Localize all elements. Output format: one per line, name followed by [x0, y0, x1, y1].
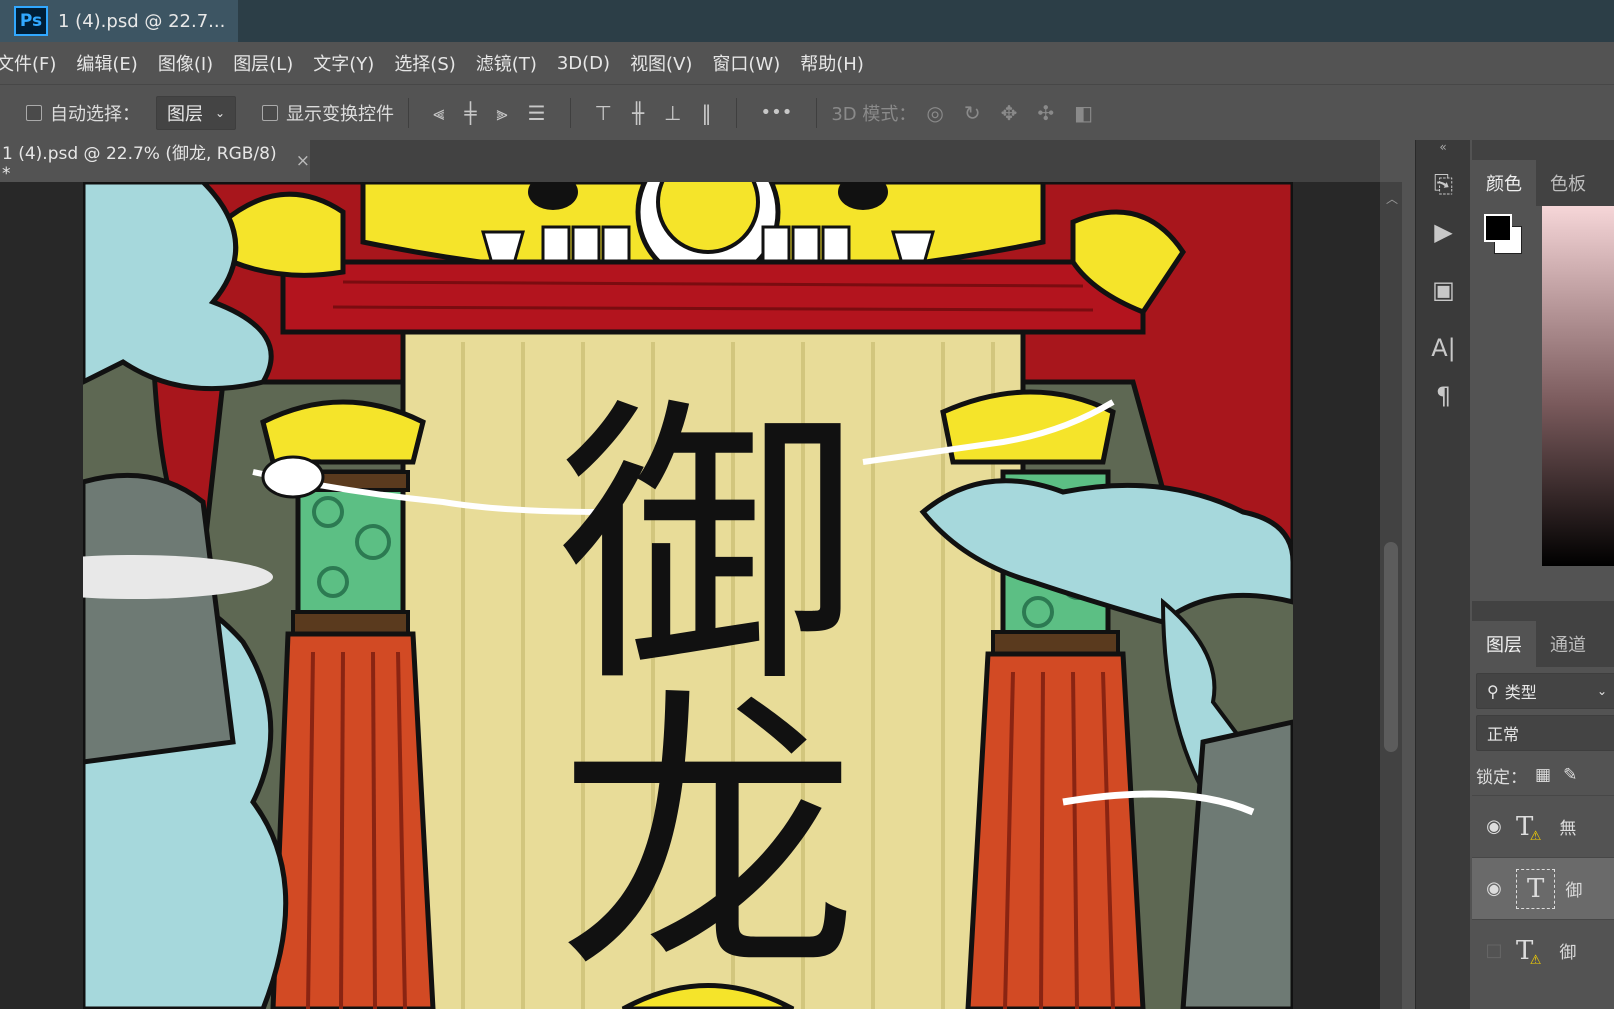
text-layer-icon: T: [1516, 868, 1556, 909]
3d-mode-label: 3D 模式：: [831, 103, 917, 125]
more-options-button[interactable]: •••: [761, 102, 793, 123]
scrollbar-thumb[interactable]: [1384, 542, 1398, 752]
collapse-panels-icon[interactable]: «: [1416, 140, 1470, 160]
layer-name: 無: [1559, 819, 1577, 839]
auto-select-dropdown[interactable]: 图层 ⌄: [156, 95, 237, 130]
layer-name: 御: [1565, 881, 1583, 901]
paragraph-panel-icon[interactable]: ¶: [1416, 372, 1471, 420]
divider: [816, 97, 818, 128]
menu-type[interactable]: 文字(Y): [313, 50, 374, 76]
color-spectrum-field[interactable]: [1542, 206, 1614, 566]
divider: [408, 97, 410, 128]
layer-filter-dropdown[interactable]: ⚲ 类型 ⌄: [1476, 673, 1614, 709]
tab-channels[interactable]: 通道: [1536, 621, 1600, 667]
lock-label: 锁定：: [1476, 767, 1527, 788]
pan-3d-icon[interactable]: ✥: [1001, 101, 1018, 125]
align-bottom-icon[interactable]: ⊥: [664, 101, 681, 125]
menu-help[interactable]: 帮助(H): [800, 50, 864, 76]
chevron-down-icon: ⌄: [1596, 684, 1607, 698]
align-middle-icon[interactable]: ╫: [632, 101, 644, 125]
divider: [569, 97, 571, 128]
align-left-icon[interactable]: ⫷: [433, 101, 444, 125]
slide-3d-icon[interactable]: ✣: [1037, 101, 1054, 125]
document-tab[interactable]: 1 (4).psd @ 22.7% (御龙, RGB/8) * ×: [0, 140, 310, 184]
foreground-color-swatch[interactable]: [1484, 214, 1512, 242]
show-transform-label: 显示变换控件: [286, 103, 395, 125]
photoshop-logo-icon: Ps: [14, 6, 48, 36]
warning-icon: ⚠: [1529, 952, 1542, 968]
distribute-vertical-icon[interactable]: ‖: [702, 101, 712, 125]
tab-color[interactable]: 颜色: [1472, 160, 1536, 206]
close-icon[interactable]: ×: [296, 151, 310, 171]
panel-icon-strip: « ⎘ ▶ ▣ A| ¶: [1415, 140, 1470, 1009]
options-bar: 自动选择： 图层 ⌄ 显示变换控件 ⫷ ╪ ⫸ ☰ ⊤ ╫ ⊥ ‖ ••• 3D…: [0, 84, 1614, 140]
orbit-3d-icon[interactable]: ◎: [926, 101, 943, 125]
artwork-title-char-2: 龙: [558, 664, 858, 1009]
layers-panel-tabs: 图层 通道: [1472, 601, 1614, 667]
layer-filter-value: 类型: [1504, 683, 1537, 702]
text-layer-icon: T ⚠: [1516, 935, 1542, 968]
document-tab-label: 1 (4).psd @ 22.7% (御龙, RGB/8) *: [2, 143, 277, 184]
menu-view[interactable]: 视图(V): [630, 50, 692, 76]
distribute-icon[interactable]: ☰: [528, 101, 546, 125]
auto-select-checkbox[interactable]: [26, 104, 42, 121]
align-right-icon[interactable]: ⫸: [496, 101, 507, 125]
title-bar: Ps 1 (4).psd @ 22.7...: [0, 0, 1614, 42]
eye-icon[interactable]: ◉: [1472, 878, 1516, 899]
window-title: 1 (4).psd @ 22.7...: [58, 10, 226, 32]
artwork-canvas: 御 龙: [83, 182, 1293, 1009]
tab-layers[interactable]: 图层: [1472, 621, 1536, 667]
eye-icon[interactable]: ◉: [1472, 816, 1516, 837]
menu-3d[interactable]: 3D(D): [557, 53, 610, 74]
color-panel-tabs: 颜色 色板: [1472, 140, 1614, 206]
layer-row[interactable]: ◉ T ⚠ 無: [1472, 795, 1614, 857]
canvas-area[interactable]: 御 龙: [0, 182, 1380, 1009]
layer-name: 御: [1559, 943, 1577, 963]
properties-panel-icon[interactable]: ▣: [1416, 266, 1471, 314]
menu-edit[interactable]: 编辑(E): [76, 50, 137, 76]
chevron-down-icon: ⌄: [215, 105, 226, 120]
right-panels: 颜色 色板 图层 通道 ⚲ 类型 ⌄ 正常 锁定： ▦ ✎ ◉ T ⚠ 無 ◉ T…: [1472, 140, 1614, 1009]
document-tab-bar: 1 (4).psd @ 22.7% (御龙, RGB/8) * ×: [0, 140, 1380, 184]
document-title-tab[interactable]: Ps 1 (4).psd @ 22.7...: [0, 0, 238, 42]
menu-window[interactable]: 窗口(W): [712, 50, 780, 76]
layer-row[interactable]: □ T ⚠ 御: [1472, 919, 1614, 981]
character-panel-icon[interactable]: A|: [1416, 324, 1471, 372]
color-panel: [1472, 206, 1614, 601]
menu-layer[interactable]: 图层(L): [233, 50, 293, 76]
blend-mode-dropdown[interactable]: 正常: [1476, 715, 1614, 751]
align-top-icon[interactable]: ⊤: [595, 101, 612, 125]
auto-select-value: 图层: [167, 103, 203, 125]
menu-select[interactable]: 选择(S): [394, 50, 455, 76]
tab-swatches[interactable]: 色板: [1536, 160, 1600, 206]
lock-row: 锁定： ▦ ✎: [1472, 755, 1614, 795]
blend-mode-value: 正常: [1487, 725, 1520, 744]
divider: [735, 97, 737, 128]
menu-filter[interactable]: 滤镜(T): [476, 50, 537, 76]
camera-3d-icon[interactable]: ◧: [1074, 101, 1093, 125]
text-layer-icon: T ⚠: [1516, 811, 1542, 844]
scroll-up-icon[interactable]: ︿: [1386, 190, 1398, 207]
roll-3d-icon[interactable]: ↻: [964, 101, 981, 125]
actions-play-icon[interactable]: ▶: [1416, 208, 1471, 256]
vertical-scrollbar[interactable]: ︿: [1380, 182, 1402, 1009]
show-transform-checkbox[interactable]: [262, 104, 279, 121]
auto-select-label: 自动选择：: [50, 103, 140, 125]
hidden-eye-box[interactable]: □: [1472, 940, 1516, 961]
align-center-icon[interactable]: ╪: [464, 101, 476, 125]
layer-filter-row: ⚲ 类型 ⌄: [1472, 667, 1614, 715]
menu-file[interactable]: 文件(F): [0, 50, 56, 76]
blend-mode-row: 正常: [1472, 715, 1614, 755]
lock-transparent-icon[interactable]: ▦: [1535, 765, 1551, 785]
warning-icon: ⚠: [1529, 828, 1542, 844]
history-panel-icon[interactable]: ⎘: [1416, 160, 1471, 208]
menu-bar: 文件(F) 编辑(E) 图像(I) 图层(L) 文字(Y) 选择(S) 滤镜(T…: [0, 42, 1610, 84]
search-icon: ⚲: [1487, 681, 1499, 701]
lock-paint-icon[interactable]: ✎: [1563, 765, 1577, 785]
canvas-pasteboard: [1295, 182, 1380, 1009]
menu-image[interactable]: 图像(I): [158, 50, 213, 76]
layer-row[interactable]: ◉ T 御: [1472, 857, 1614, 919]
